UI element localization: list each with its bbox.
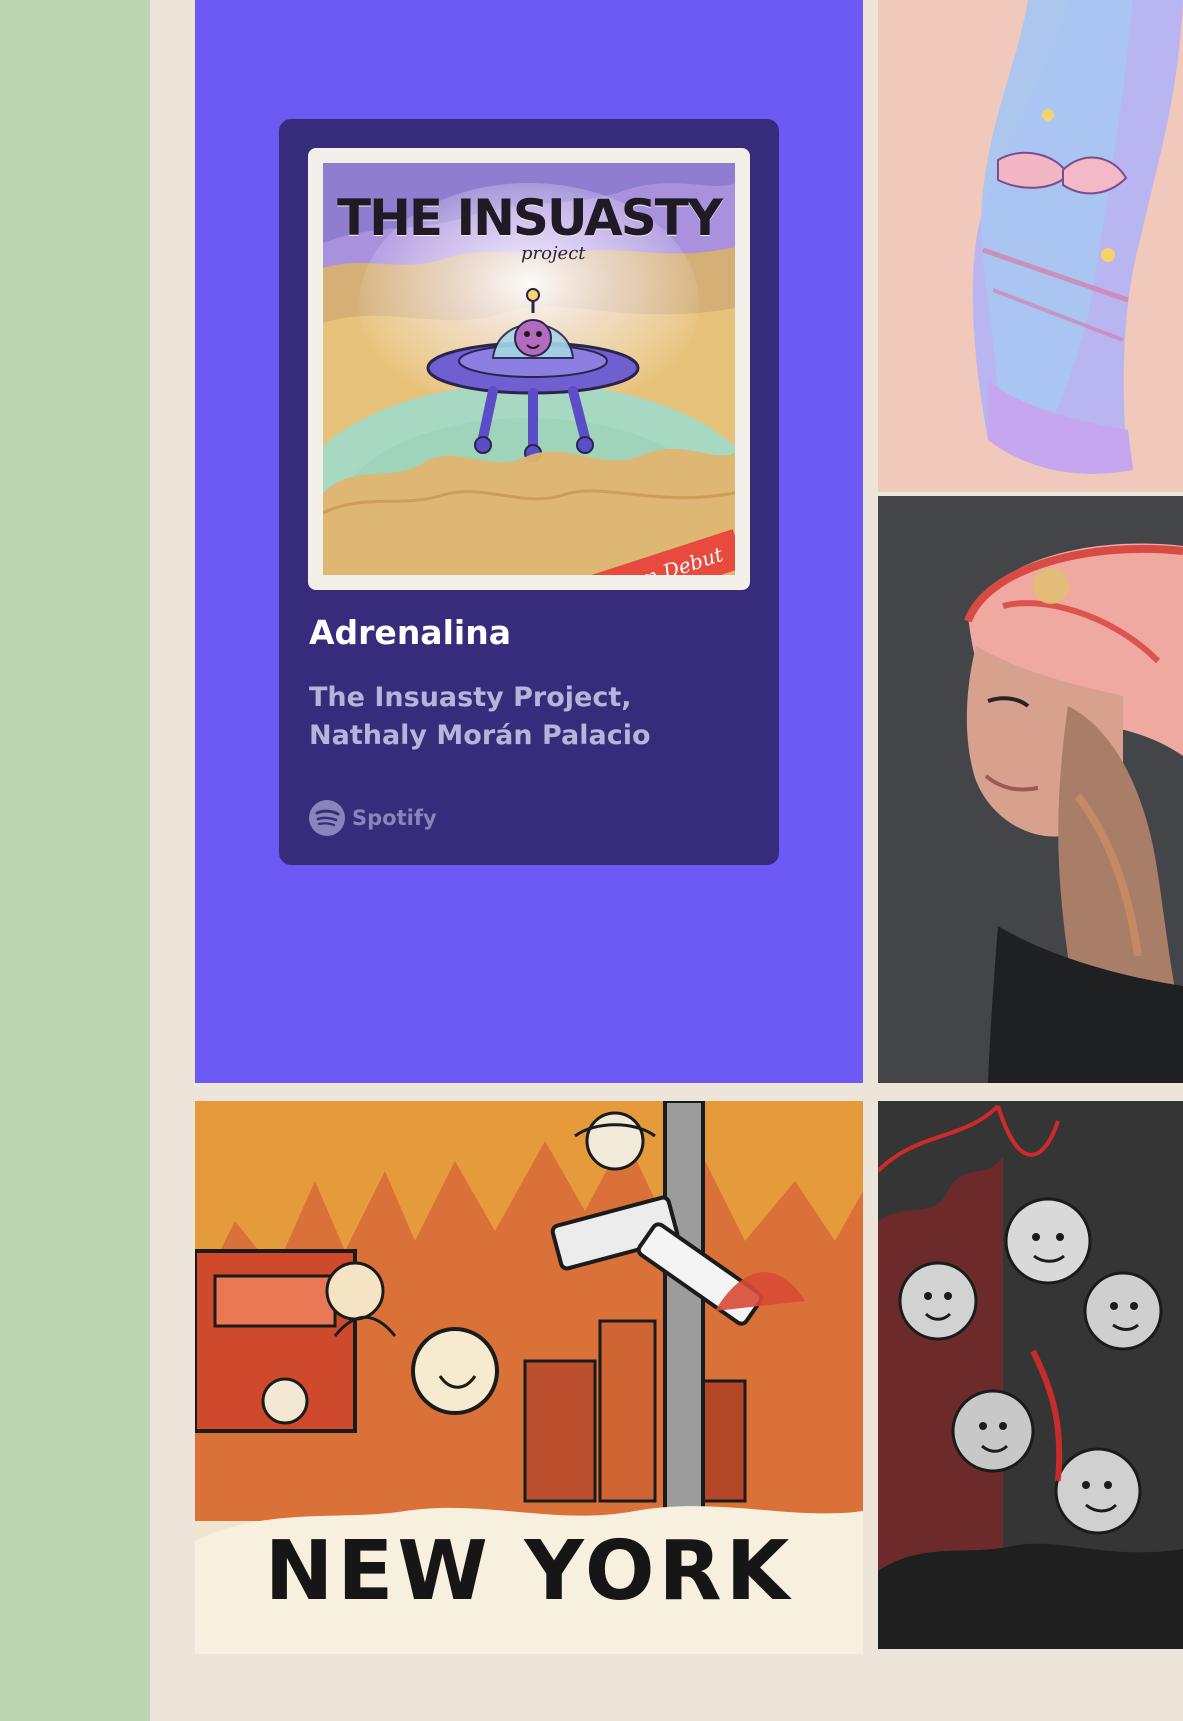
portrait-photo-tile[interactable] [878,496,1183,1083]
album-logo-text: THE INSUASTY [336,189,723,247]
spotify-label: Spotify [352,806,437,830]
left-green-strip [0,0,150,1721]
spotify-logo-icon [309,800,345,836]
spotify-logo-link[interactable]: Spotify [308,799,437,837]
spotify-embed-tile: THE INSUASTY project Album Debut Adrenal… [195,0,863,1083]
album-art[interactable]: THE INSUASTY project Album Debut [323,163,735,575]
album-art-frame: THE INSUASTY project Album Debut [308,148,750,590]
scarf-photo [878,0,1183,492]
artist-names[interactable]: The Insuasty Project, Nathaly Morán Pala… [309,679,749,755]
scarf-photo-tile[interactable] [878,0,1183,492]
track-title[interactable]: Adrenalina [309,609,511,657]
new-york-illustration-tile[interactable]: NEW YORK [195,1101,863,1654]
new-york-text: NEW YORK [264,1524,794,1619]
dark-heroes-illustration-tile[interactable] [878,1101,1183,1649]
album-logo-subtext: project [521,243,586,264]
portrait-photo [878,496,1183,1083]
spotify-embed-card[interactable]: THE INSUASTY project Album Debut Adrenal… [279,119,779,865]
dark-heroes-illustration [878,1101,1183,1649]
